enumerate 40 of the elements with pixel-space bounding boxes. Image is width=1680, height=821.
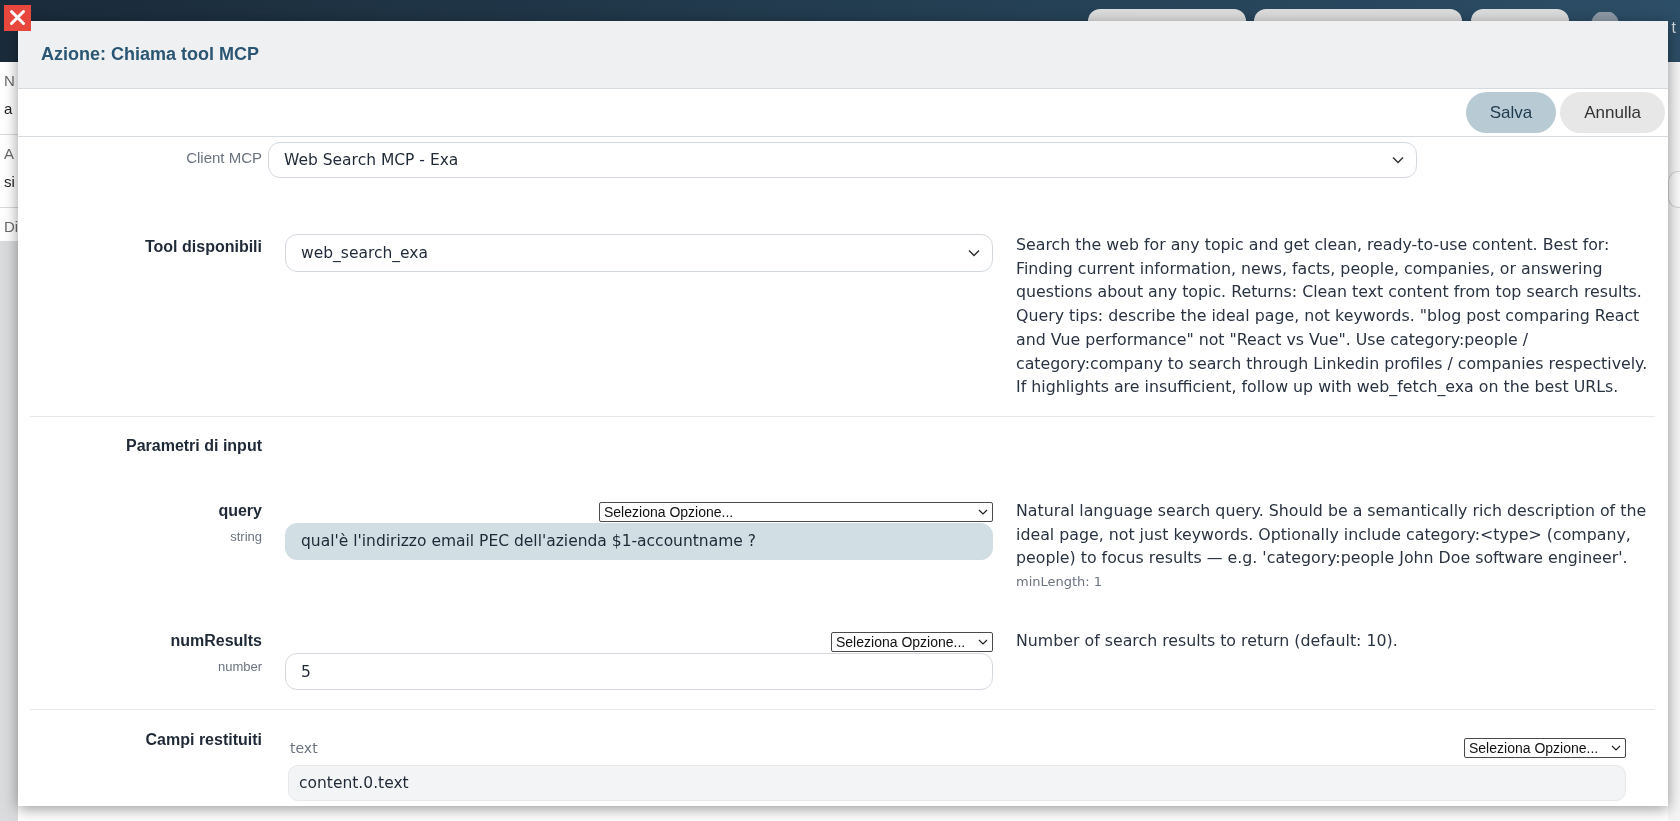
- chevron-icon: [1611, 745, 1621, 752]
- background-value: a: [4, 99, 14, 119]
- param-name: query: [217, 500, 262, 521]
- header-button[interactable]: [1470, 9, 1569, 21]
- background-value: si: [4, 172, 16, 192]
- param-type: string: [229, 528, 262, 545]
- section-label: Parametri di input: [124, 435, 262, 456]
- param-name: numResults: [169, 631, 262, 652]
- background-label: N: [4, 71, 16, 91]
- section-label: Campi restituiti: [144, 730, 262, 751]
- text-field[interactable]: qual'è l'indirizzo email PEC dell'azienda $1-accountname ?: [285, 522, 993, 560]
- background-label: A: [4, 144, 15, 164]
- save-button[interactable]: Salva: [1465, 92, 1557, 133]
- field-label: Tool disponibili: [144, 237, 262, 257]
- chevron-icon: [978, 639, 988, 646]
- chevron-icon: [1392, 156, 1404, 164]
- avatar-icon[interactable]: [1590, 12, 1619, 21]
- tool-description: Search the web for any topic and get clean, ready-to-use content. Best for: Finding current information, news, facts, people, companies, or answering questions about any topic. Returns: Clean text content from top search results. Query tips: describe the ideal page, not keywords. "blog post comparing React and Vue performance" not "React vs Vue". Use category:people / category:company to search through Linkedin profiles / companies respectively. If highlights are insufficient, follow up with web_fetch_exa on the best URLs.: [1016, 234, 1649, 399]
- param-type: number: [216, 659, 262, 676]
- tool-select[interactable]: web_search_exa: [285, 234, 993, 272]
- option-select[interactable]: Seleziona Opzione...: [1464, 738, 1626, 759]
- param-description: Natural language search query. Should be a semantically rich description of the ideal page, not just keywords. Optionally include category:<type> (company, people) to focus results — e.g. 'category:people John Doe software engineer'.: [1016, 499, 1648, 570]
- header-button[interactable]: [1087, 9, 1246, 21]
- cancel-button[interactable]: Annulla: [1560, 92, 1665, 133]
- chevron-icon: [978, 508, 988, 515]
- text-field[interactable]: content.0.text: [288, 765, 1626, 802]
- close-icon[interactable]: [4, 5, 31, 31]
- field-name: text: [289, 740, 318, 757]
- header-text[interactable]: t: [1671, 19, 1676, 37]
- background-label: Di: [4, 217, 18, 237]
- param-description: Number of search results to return (default: 10).: [1016, 630, 1399, 653]
- dialog-title: Azione: Chiama tool MCP: [41, 44, 259, 65]
- client-select[interactable]: Web Search MCP - Exa: [268, 142, 1417, 178]
- option-select[interactable]: Seleziona Opzione...: [599, 501, 993, 522]
- chevron-icon: [968, 249, 980, 257]
- text-field[interactable]: 5: [285, 653, 993, 691]
- header-button[interactable]: [1253, 9, 1462, 21]
- field-label: Client MCP: [185, 148, 262, 168]
- param-constraint: minLength: 1: [1016, 574, 1104, 591]
- option-select[interactable]: Seleziona Opzione...: [831, 632, 993, 653]
